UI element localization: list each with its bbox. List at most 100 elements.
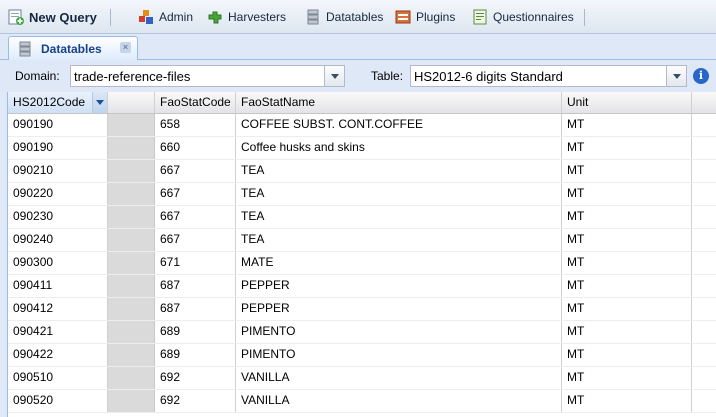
table-cell: 667 [155,206,236,228]
datatables-button[interactable]: Datatables [305,5,383,29]
table-cell [108,390,155,412]
table-cell: MT [562,298,692,320]
datatables-icon [305,9,321,25]
table-cell: 667 [155,160,236,182]
table-cell: 667 [155,183,236,205]
table-cell [108,275,155,297]
column-menu-icon[interactable] [92,92,107,113]
table-cell [108,344,155,366]
table-row[interactable]: 090520 692 VANILLA MT [8,390,716,413]
admin-button[interactable]: Admin [138,5,193,29]
table-cell: 090210 [8,160,108,182]
table-row[interactable]: 090190 660 Coffee husks and skins MT [8,137,716,160]
column-header-label: HS2012Code [13,95,86,109]
table-row[interactable]: 090220 667 TEA MT [8,183,716,206]
table-cell: 692 [155,367,236,389]
table-cell [108,114,155,136]
harvesters-label: Harvesters [228,10,287,24]
table-row[interactable]: 090422 689 PIMENTO MT [8,344,716,367]
close-icon[interactable]: × [120,42,131,53]
table-row[interactable]: 090210 667 TEA MT [8,160,716,183]
column-header-hs2012code[interactable]: HS2012Code [8,92,108,113]
table-cell: MT [562,367,692,389]
domain-select[interactable]: trade-reference-files [70,65,345,87]
new-query-button[interactable]: New Query [8,5,97,29]
admin-icon [138,9,154,25]
table-label: Table: [371,69,404,83]
column-header-faostatname[interactable]: FaoStatName [236,92,562,113]
column-header-faostatcode[interactable]: FaoStatCode [155,92,236,113]
table-cell: 660 [155,137,236,159]
table-cell: 090411 [8,275,108,297]
table-row[interactable]: 090412 687 PEPPER MT [8,298,716,321]
table-cell: 090421 [8,321,108,343]
table-cell: 090412 [8,298,108,320]
table-cell [108,321,155,343]
table-cell: MT [562,229,692,251]
filter-bar: Domain: trade-reference-files Table: HS2… [0,60,716,92]
table-cell: TEA [236,229,562,251]
info-icon[interactable]: i [693,68,709,84]
chevron-down-icon[interactable] [324,66,344,86]
plugins-icon [395,9,411,25]
table-cell: 090220 [8,183,108,205]
table-cell: MT [562,206,692,228]
domain-value: trade-reference-files [74,68,191,84]
table-cell: 667 [155,229,236,251]
tab-datatables[interactable]: Datatables × [8,36,138,60]
new-query-label: New Query [29,9,97,25]
column-header-blank[interactable] [108,92,155,113]
table-cell: MT [562,321,692,343]
table-cell: TEA [236,183,562,205]
table-cell: MATE [236,252,562,274]
new-query-icon [8,9,24,25]
table-cell: 090510 [8,367,108,389]
column-header-unit[interactable]: Unit [562,92,692,113]
table-row[interactable]: 090510 692 VANILLA MT [8,367,716,390]
tab-label: Datatables [41,41,102,56]
table-cell: 090240 [8,229,108,251]
data-grid: HS2012Code FaoStatCode FaoStatName Unit … [7,92,716,417]
table-cell: 090190 [8,137,108,159]
table-row[interactable]: 090421 689 PIMENTO MT [8,321,716,344]
table-cell: MT [562,183,692,205]
table-cell: MT [562,137,692,159]
table-cell [108,252,155,274]
table-cell [108,298,155,320]
table-cell: 689 [155,321,236,343]
grid-header: HS2012Code FaoStatCode FaoStatName Unit [8,92,716,114]
harvesters-button[interactable]: Harvesters [207,5,286,29]
plugins-label: Plugins [416,10,456,24]
table-row[interactable]: 090240 667 TEA MT [8,229,716,252]
plugins-button[interactable]: Plugins [395,5,455,29]
table-cell: MT [562,160,692,182]
table-cell: VANILLA [236,367,562,389]
table-row[interactable]: 090300 671 MATE MT [8,252,716,275]
table-cell: PEPPER [236,298,562,320]
table-row[interactable]: 090230 667 TEA MT [8,206,716,229]
table-cell: 090300 [8,252,108,274]
table-cell [108,137,155,159]
table-cell [108,367,155,389]
questionnaires-icon [472,9,488,25]
main-toolbar: New Query Admin Harvesters Datatables Pl… [0,0,716,34]
table-cell: TEA [236,160,562,182]
table-cell: 687 [155,275,236,297]
table-cell: 687 [155,298,236,320]
table-row[interactable]: 090190 658 COFFEE SUBST. CONT.COFFEE MT [8,114,716,137]
table-cell: TEA [236,206,562,228]
table-cell: 692 [155,390,236,412]
table-cell: 671 [155,252,236,274]
table-cell: MT [562,275,692,297]
table-select[interactable]: HS2012-6 digits Standard [410,65,687,87]
table-cell: MT [562,390,692,412]
table-cell [108,183,155,205]
chevron-down-icon[interactable] [666,66,686,86]
table-cell: 689 [155,344,236,366]
tab-strip: Datatables × [0,34,716,60]
domain-label: Domain: [15,69,60,83]
table-row[interactable]: 090411 687 PEPPER MT [8,275,716,298]
table-cell: MT [562,114,692,136]
table-cell [108,160,155,182]
questionnaires-button[interactable]: Questionnaires [472,5,574,29]
